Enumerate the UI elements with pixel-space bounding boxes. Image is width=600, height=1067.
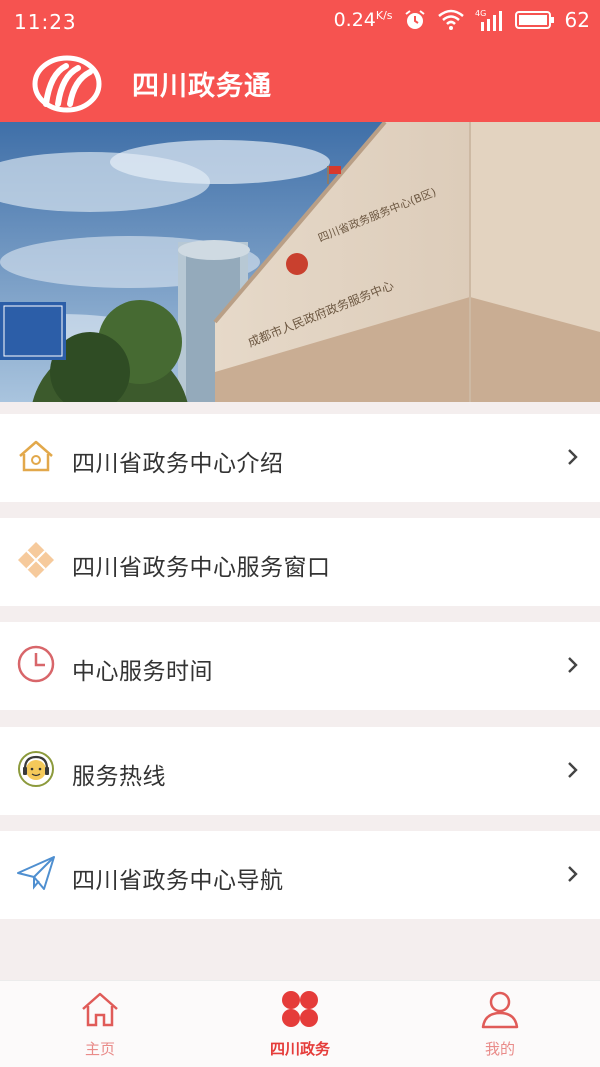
network-speed-unit: K/s	[375, 9, 393, 22]
app-logo-icon	[32, 55, 102, 113]
menu-item-label: 中心服务时间	[72, 659, 213, 685]
tab-label: 四川政务	[269, 1040, 330, 1058]
clover-icon	[282, 991, 318, 1027]
banner-photo: 四川省政务服务中心(B区) 成都市人民政府政务服务中心	[0, 122, 600, 402]
menu-item-label: 四川省政务中心介绍	[72, 451, 284, 477]
menu-item-label: 四川省政务中心服务窗口	[72, 555, 331, 581]
tab-sichuan-affairs[interactable]: 四川政务	[200, 981, 400, 1067]
paper-plane-icon	[17, 856, 55, 890]
bottom-tab-bar: 主页 四川政务 我的	[0, 980, 600, 1067]
menu-item-service-windows[interactable]: 四川省政务中心服务窗口	[0, 518, 600, 606]
tab-label: 我的	[484, 1040, 515, 1058]
network-speed-value: 0.24	[333, 9, 376, 31]
status-bar: 11:23 0.24K/s 4G 62	[0, 0, 600, 44]
battery-icon	[514, 10, 555, 30]
network-type: 4G	[475, 9, 486, 18]
banner-image[interactable]: 四川省政务服务中心(B区) 成都市人民政府政务服务中心	[0, 122, 600, 402]
header: 11:23 0.24K/s 4G 62 四川政务通	[0, 0, 600, 122]
menu-item-navigation[interactable]: 四川省政务中心导航	[0, 831, 600, 919]
wifi-icon	[437, 9, 465, 31]
menu-item-hotline[interactable]: 服务热线	[0, 727, 600, 815]
chevron-right-icon	[568, 449, 578, 465]
app-bar: 四川政务通	[0, 44, 600, 122]
network-speed: 0.24K/s	[334, 9, 393, 31]
signal-icon: 4G	[475, 8, 505, 32]
app-title: 四川政务通	[132, 71, 272, 102]
battery-level: 62	[564, 8, 590, 32]
chevron-right-icon	[568, 866, 578, 882]
menu-item-service-hours[interactable]: 中心服务时间	[0, 622, 600, 710]
headset-icon	[18, 751, 54, 787]
status-time: 11:23	[14, 10, 77, 34]
home-icon	[82, 992, 118, 1027]
tab-home[interactable]: 主页	[0, 981, 200, 1067]
chevron-right-icon	[568, 762, 578, 778]
chevron-right-icon	[568, 657, 578, 673]
menu-item-label: 四川省政务中心导航	[72, 868, 284, 894]
clock-icon	[17, 645, 55, 683]
menu-item-intro[interactable]: 四川省政务中心介绍	[0, 414, 600, 502]
user-icon	[481, 991, 519, 1029]
house-icon	[19, 440, 53, 472]
tab-label: 主页	[84, 1040, 115, 1058]
alarm-icon	[403, 8, 427, 32]
diamond-icon	[18, 542, 54, 578]
status-right: 0.24K/s 4G 62	[334, 8, 590, 32]
tab-mine[interactable]: 我的	[400, 981, 600, 1067]
menu-item-label: 服务热线	[72, 764, 166, 790]
